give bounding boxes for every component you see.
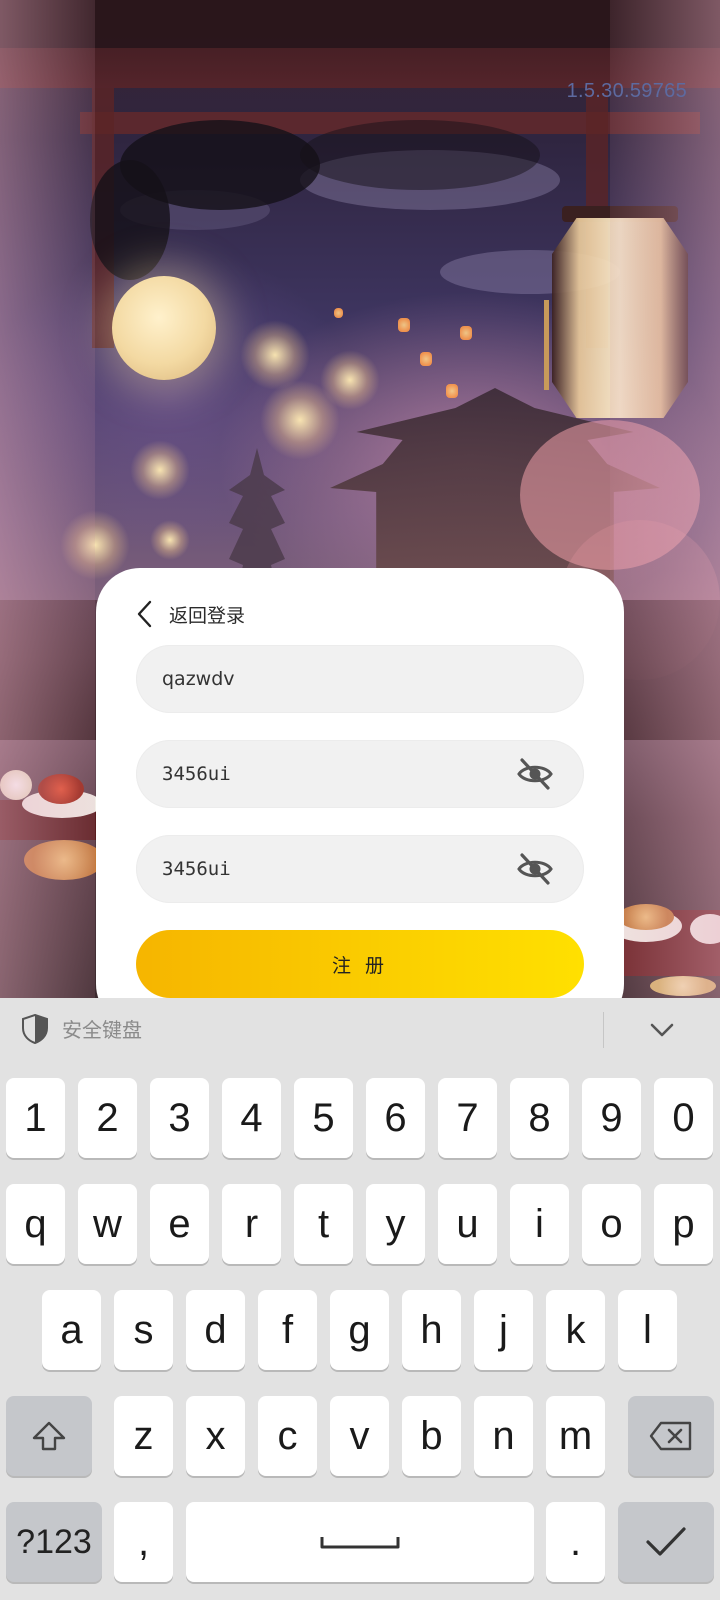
back-to-login-button[interactable]: 返回登录 [134,597,245,631]
username-value: qazwdv [162,668,235,690]
key-9[interactable]: 9 [582,1078,641,1158]
done-key[interactable] [618,1502,714,1582]
key-w[interactable]: w [78,1184,137,1264]
key-7[interactable]: 7 [438,1078,497,1158]
key-o[interactable]: o [582,1184,641,1264]
secure-keyboard: 安全键盘 1 2 3 4 5 6 7 8 9 0 q w e r t y u i… [0,998,720,1600]
period-key[interactable]: . [546,1502,605,1582]
backspace-key[interactable] [628,1396,714,1476]
key-v[interactable]: v [330,1396,389,1476]
key-1[interactable]: 1 [6,1078,65,1158]
key-3[interactable]: 3 [150,1078,209,1158]
key-j[interactable]: j [474,1290,533,1370]
comma-key[interactable]: , [114,1502,173,1582]
shift-arrow-icon [32,1421,66,1451]
key-k[interactable]: k [546,1290,605,1370]
space-key[interactable] [186,1502,534,1582]
key-z[interactable]: z [114,1396,173,1476]
key-s[interactable]: s [114,1290,173,1370]
key-l[interactable]: l [618,1290,677,1370]
back-to-login-label: 返回登录 [169,604,246,627]
username-field[interactable]: qazwdv [136,645,584,713]
backspace-icon [649,1421,692,1451]
key-d[interactable]: d [186,1290,245,1370]
chevron-left-icon [137,600,152,628]
key-4[interactable]: 4 [222,1078,281,1158]
key-u[interactable]: u [438,1184,497,1264]
key-e[interactable]: e [150,1184,209,1264]
symbols-key[interactable]: ?123 [6,1502,102,1582]
confirm-password-field[interactable]: 3456ui [136,835,584,903]
key-8[interactable]: 8 [510,1078,569,1158]
key-0[interactable]: 0 [654,1078,713,1158]
register-button[interactable]: 注 册 [136,930,584,998]
key-q[interactable]: q [6,1184,65,1264]
password-field[interactable]: 3456ui [136,740,584,808]
key-a[interactable]: a [42,1290,101,1370]
moon-illustration [112,276,216,380]
chevron-down-icon[interactable] [648,1018,676,1042]
key-b[interactable]: b [402,1396,461,1476]
key-n[interactable]: n [474,1396,533,1476]
key-h[interactable]: h [402,1290,461,1370]
key-x[interactable]: x [186,1396,245,1476]
key-6[interactable]: 6 [366,1078,425,1158]
keyboard-title: 安全键盘 [62,1018,142,1042]
key-g[interactable]: g [330,1290,389,1370]
eye-off-icon[interactable] [516,756,554,792]
checkmark-icon [646,1527,686,1556]
key-5[interactable]: 5 [294,1078,353,1158]
key-m[interactable]: m [546,1396,605,1476]
key-r[interactable]: r [222,1184,281,1264]
key-i[interactable]: i [510,1184,569,1264]
key-t[interactable]: t [294,1184,353,1264]
key-f[interactable]: f [258,1290,317,1370]
app-version-label: 1.5.30.59765 [566,80,687,102]
key-y[interactable]: y [366,1184,425,1264]
confirm-password-value: 3456ui [162,858,231,880]
space-bar-icon [320,1537,400,1549]
shield-icon [22,1014,48,1044]
key-p[interactable]: p [654,1184,713,1264]
divider [603,1012,604,1048]
password-value: 3456ui [162,763,231,785]
shift-key[interactable] [6,1396,92,1476]
key-c[interactable]: c [258,1396,317,1476]
key-2[interactable]: 2 [78,1078,137,1158]
keyboard-header: 安全键盘 [0,998,720,1062]
eye-off-icon[interactable] [516,851,554,887]
